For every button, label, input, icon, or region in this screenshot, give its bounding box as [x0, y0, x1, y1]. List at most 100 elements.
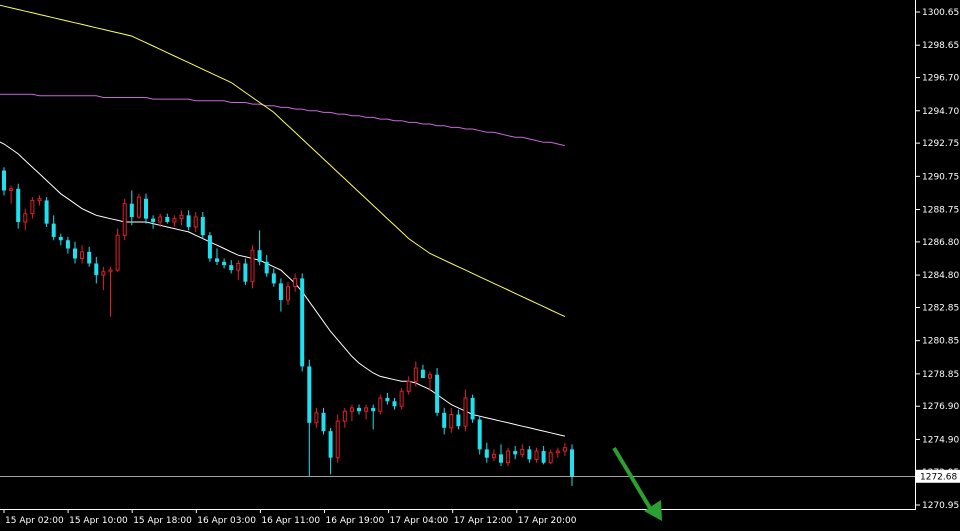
- candle-body: [51, 223, 56, 237]
- candle-body: [300, 278, 305, 367]
- candle-body: [2, 170, 6, 191]
- candle-body: [151, 218, 156, 222]
- candle-body: [271, 273, 276, 284]
- candle-body: [250, 249, 255, 283]
- candle: [136, 193, 141, 219]
- candle-body: [172, 218, 177, 223]
- y-tick-label: 1292.75: [922, 139, 959, 149]
- candle-body: [541, 451, 546, 463]
- candle-body: [229, 265, 234, 271]
- candle-body: [570, 449, 574, 476]
- candle-body: [527, 449, 532, 460]
- current-price-label: 1272.68: [920, 472, 957, 482]
- candle-body: [342, 410, 347, 422]
- candle-body: [65, 240, 70, 249]
- candle: [122, 198, 127, 241]
- x-tick-label: 15 Apr 02:00: [5, 516, 64, 526]
- candle-body: [499, 454, 503, 463]
- y-tick-label: 1284.80: [922, 271, 959, 281]
- candle-body: [144, 198, 148, 219]
- x-tick-label: 17 Apr 20:00: [518, 516, 577, 526]
- candle-body: [264, 261, 269, 274]
- candle-body: [548, 452, 553, 464]
- candle-body: [215, 258, 219, 262]
- candle-body: [307, 366, 312, 423]
- candle-body: [364, 407, 369, 412]
- candle-body: [513, 451, 518, 455]
- x-tick-label: 15 Apr 10:00: [69, 516, 128, 526]
- y-tick-label: 1286.80: [922, 238, 959, 248]
- candle-body: [506, 450, 511, 464]
- candle-body: [58, 236, 63, 241]
- candle-body: [456, 414, 461, 427]
- candle: [300, 273, 305, 372]
- candle-body: [413, 367, 418, 382]
- candle-body: [37, 198, 42, 201]
- candle-body: [378, 397, 383, 412]
- x-tick-label: 17 Apr 04:00: [390, 516, 449, 526]
- candle-body: [463, 397, 468, 427]
- candle-body: [406, 380, 411, 392]
- y-tick-label: 1270.95: [922, 501, 959, 511]
- candle-body: [470, 397, 475, 420]
- candle: [477, 416, 482, 455]
- candle-body: [136, 196, 141, 218]
- candle-body: [428, 374, 432, 379]
- candle-body: [108, 269, 113, 273]
- candle: [399, 387, 404, 410]
- candle-body: [293, 277, 298, 288]
- candle-body: [80, 251, 85, 260]
- candle-body: [349, 407, 354, 412]
- y-tick-label: 1280.85: [922, 337, 959, 347]
- candle-body: [371, 407, 376, 412]
- candle: [16, 183, 21, 229]
- candle-body: [115, 234, 120, 271]
- candle-body: [555, 450, 560, 454]
- candle-body: [420, 369, 425, 379]
- candle-body: [442, 412, 447, 428]
- candle-body: [101, 271, 106, 276]
- candle-body: [16, 188, 21, 222]
- candle-body: [477, 419, 482, 450]
- candle: [470, 394, 475, 423]
- candle-body: [122, 203, 127, 236]
- candle-body: [335, 420, 340, 459]
- candle-body: [200, 217, 205, 236]
- candle-body: [87, 251, 92, 264]
- y-tick-label: 1274.90: [922, 435, 959, 445]
- candle: [207, 231, 212, 262]
- y-tick-label: 1288.75: [922, 206, 959, 216]
- x-tick-label: 15 Apr 18:00: [133, 516, 192, 526]
- candle-body: [236, 262, 241, 271]
- candle-body: [520, 448, 525, 455]
- candle: [115, 228, 120, 272]
- candle-body: [186, 215, 191, 227]
- y-tick-label: 1294.70: [922, 107, 959, 117]
- candle-body: [385, 397, 390, 402]
- price-chart[interactable]: 1300.65 1298.65 1296.70 1294.70 1292.75 1290.…: [0, 0, 960, 531]
- candle: [250, 245, 255, 289]
- candle-body: [30, 199, 35, 215]
- candle-body: [158, 216, 163, 223]
- candle-body: [165, 217, 170, 222]
- y-tick-label: 1278.85: [922, 370, 959, 380]
- candle-body: [73, 248, 77, 259]
- candle-body: [129, 203, 134, 218]
- candle-body: [484, 449, 489, 458]
- candle: [44, 197, 49, 227]
- candle-body: [257, 250, 262, 262]
- candle: [335, 414, 340, 463]
- candle-body: [9, 188, 14, 191]
- candle-body: [243, 263, 248, 282]
- candle-body: [534, 450, 539, 460]
- candle-body: [357, 407, 361, 412]
- candle-body: [314, 412, 319, 424]
- y-tick-label: 1298.65: [922, 41, 959, 51]
- candle: [435, 368, 440, 417]
- y-tick-label: 1296.70: [922, 74, 959, 84]
- y-tick-label: 1276.90: [922, 402, 959, 412]
- y-tick-label: 1282.85: [922, 303, 959, 313]
- candle: [378, 394, 383, 415]
- candle-body: [278, 283, 283, 300]
- candle-body: [23, 213, 28, 223]
